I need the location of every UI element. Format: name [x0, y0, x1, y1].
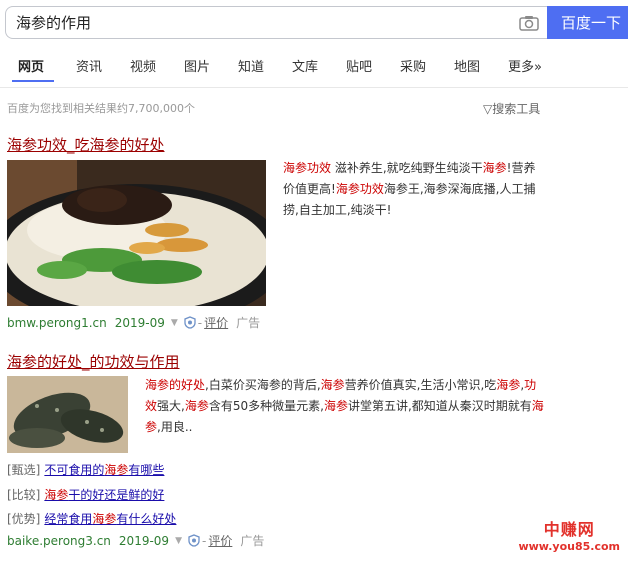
result-url[interactable]: baike.perong3.cn [7, 534, 111, 548]
search-tools-button[interactable]: ▽搜索工具 [483, 100, 540, 117]
tab-news[interactable]: 资讯 [64, 56, 118, 84]
ad-label: 广告 [240, 534, 265, 548]
review-link[interactable]: 评价 [204, 314, 228, 331]
tab-divider [0, 87, 628, 88]
tab-video[interactable]: 视频 [118, 56, 172, 84]
related-tag: [优势] [7, 512, 41, 526]
result-thumbnail-sea-cucumber[interactable] [7, 376, 128, 453]
abstract-text: ,用良.. [157, 420, 193, 434]
filter-icon: ▽ [483, 102, 493, 116]
highlight-keyword: 海参 [320, 378, 345, 392]
watermark-url: www.you85.com [518, 540, 620, 553]
abstract-text: ,白菜价买海参的背后, [205, 378, 321, 392]
related-item[interactable]: [比较] 海参干的好还是鲜的好 [7, 486, 164, 503]
result-title[interactable]: 海参功效_吃海参的好处 [7, 134, 165, 155]
separator: - [197, 315, 203, 330]
tab-caigou[interactable]: 采购 [388, 56, 442, 84]
abstract-text: 含有50多种微量元素, [208, 399, 324, 413]
search-input[interactable] [16, 13, 496, 32]
tab-wenku[interactable]: 文库 [280, 56, 334, 84]
tab-more[interactable]: 更多» [496, 56, 550, 84]
highlight-keyword: 海参 [482, 161, 507, 175]
tab-map[interactable]: 地图 [442, 56, 496, 84]
abstract-text: 滋补养生,就吃纯野生纯淡干 [331, 161, 483, 175]
shield-icon[interactable] [188, 534, 200, 547]
chevron-down-icon[interactable]: ▼ [171, 318, 178, 328]
ad-label: 广告 [236, 316, 261, 330]
result-thumbnail-noodles[interactable] [7, 160, 266, 306]
related-link[interactable]: 不可食用的海参有哪些 [44, 463, 164, 477]
highlight-keyword: 海参 [496, 378, 521, 392]
result-url[interactable]: bmw.perong1.cn [7, 316, 107, 330]
result-meta: baike.perong3.cn 2019-09 ▼ - 评价 广告 [7, 532, 264, 549]
highlight-keyword: 海参 [184, 399, 209, 413]
result-date: 2019-09 [114, 315, 165, 330]
separator: - [201, 533, 207, 548]
related-item[interactable]: [优势] 经常食用海参有什么好处 [7, 510, 176, 527]
result-meta: bmw.perong1.cn 2019-09 ▼ - 评价 广告 [7, 314, 260, 331]
search-box[interactable] [5, 6, 547, 39]
search-bar: 百度一下 [5, 6, 628, 39]
result-count: 百度为您找到相关结果约7,700,000个 [7, 102, 195, 115]
result-abstract: 海参功效 滋补养生,就吃纯野生纯淡干海参!营养价值更高!海参功效海参王,海参深海… [283, 158, 545, 221]
tab-zhidao[interactable]: 知道 [226, 56, 280, 84]
review-link[interactable]: 评价 [208, 532, 232, 549]
tab-images[interactable]: 图片 [172, 56, 226, 84]
result-abstract: 海参的好处,白菜价买海参的背后,海参营养价值真实,生活小常识,吃海参,功效强大,… [145, 375, 545, 438]
related-link[interactable]: 海参干的好还是鲜的好 [44, 488, 164, 502]
watermark-title: 中赚网 [543, 520, 595, 539]
abstract-text: 营养价值真实,生活小常识,吃 [344, 378, 497, 392]
result-title[interactable]: 海参的好处_的功效与作用 [7, 351, 180, 372]
abstract-text: 讲堂第五讲,都知道从秦汉时期就有 [347, 399, 532, 413]
result-date: 2019-09 [118, 533, 170, 548]
search-button[interactable]: 百度一下 [547, 6, 628, 39]
abstract-text: 强大, [157, 399, 185, 413]
related-tag: [比较] [7, 488, 41, 502]
tab-web[interactable]: 网页 [8, 56, 64, 84]
camera-icon[interactable] [519, 15, 539, 31]
watermark-logo: 中赚网 www.you85.com [518, 516, 620, 553]
highlight-keyword: 海参 [323, 399, 348, 413]
search-tools-label: 搜索工具 [492, 102, 541, 116]
tab-tieba[interactable]: 贴吧 [334, 56, 388, 84]
related-tag: [甄选] [7, 463, 41, 477]
chevron-down-icon[interactable]: ▼ [175, 536, 182, 546]
search-tabs: 网页 资讯 视频 图片 知道 文库 贴吧 采购 地图 更多» [8, 56, 550, 84]
related-item[interactable]: [甄选] 不可食用的海参有哪些 [7, 461, 164, 478]
highlight-keyword: 海参功效 [283, 161, 332, 175]
shield-icon[interactable] [184, 316, 196, 329]
highlight-keyword: 海参的好处 [145, 378, 206, 392]
highlight-keyword: 海参功效 [335, 182, 384, 196]
related-link[interactable]: 经常食用海参有什么好处 [44, 512, 176, 526]
